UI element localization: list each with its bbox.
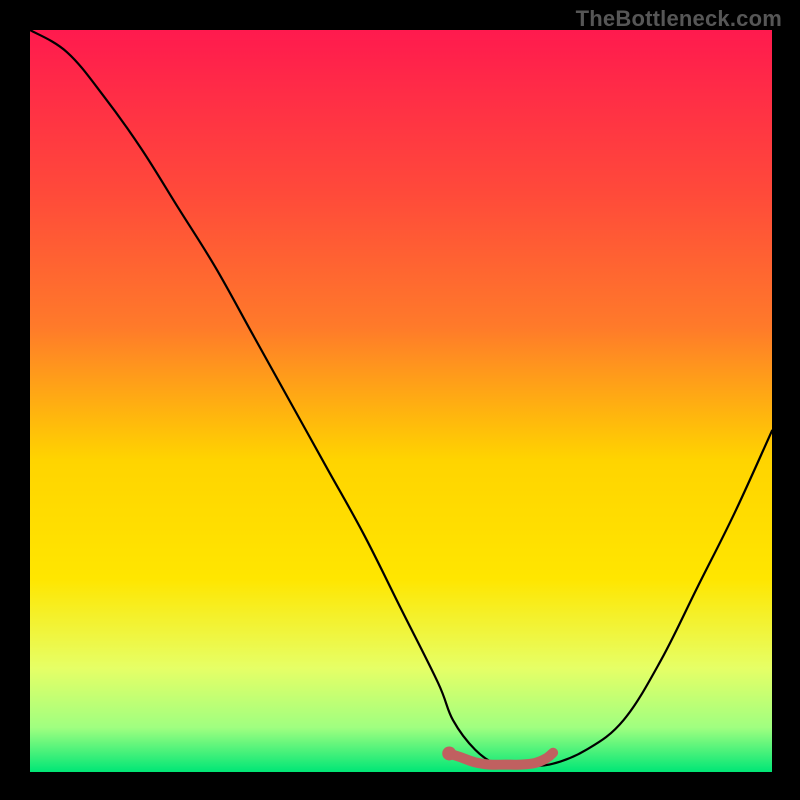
- highlight-start-marker: [442, 746, 456, 760]
- chart-plot-area: [30, 30, 772, 772]
- chart-container: TheBottleneck.com: [0, 0, 800, 800]
- chart-svg: [30, 30, 772, 772]
- watermark-text: TheBottleneck.com: [576, 6, 782, 32]
